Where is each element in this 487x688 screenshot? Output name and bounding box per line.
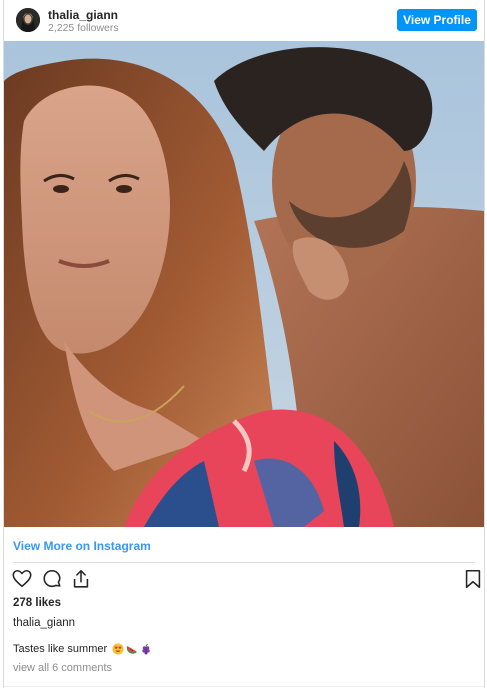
caption-text: Tastes like summer xyxy=(13,643,108,655)
watermelon-emoji xyxy=(126,646,138,654)
comment-bubble-icon[interactable] xyxy=(41,568,63,590)
caption-emojis xyxy=(112,643,152,655)
post-header: thalia_giann 2,225 followers View Profil… xyxy=(4,0,484,41)
view-profile-button[interactable]: View Profile xyxy=(397,9,477,31)
post-caption: Tastes like summer xyxy=(13,643,152,655)
post-photo[interactable] xyxy=(4,41,484,527)
view-all-comments-link[interactable]: view all 6 comments xyxy=(13,662,112,674)
smiling-face-with-heart-eyes-emoji xyxy=(112,643,124,655)
view-more-on-instagram-link[interactable]: View More on Instagram xyxy=(13,539,151,553)
grapes-emoji xyxy=(142,643,150,655)
instagram-embed-card: thalia_giann 2,225 followers View Profil… xyxy=(3,0,485,688)
username[interactable]: thalia_giann xyxy=(48,8,118,22)
avatar[interactable] xyxy=(16,8,40,32)
post-actions xyxy=(4,568,484,592)
post-owner-username[interactable]: thalia_giann xyxy=(13,617,75,629)
divider xyxy=(4,686,484,687)
divider xyxy=(13,562,475,563)
share-upload-icon[interactable] xyxy=(70,568,92,590)
followers-count: 2,225 followers xyxy=(48,22,119,34)
heart-icon[interactable] xyxy=(11,568,33,590)
bookmark-icon[interactable] xyxy=(462,568,484,590)
likes-count[interactable]: 278 likes xyxy=(13,597,61,609)
